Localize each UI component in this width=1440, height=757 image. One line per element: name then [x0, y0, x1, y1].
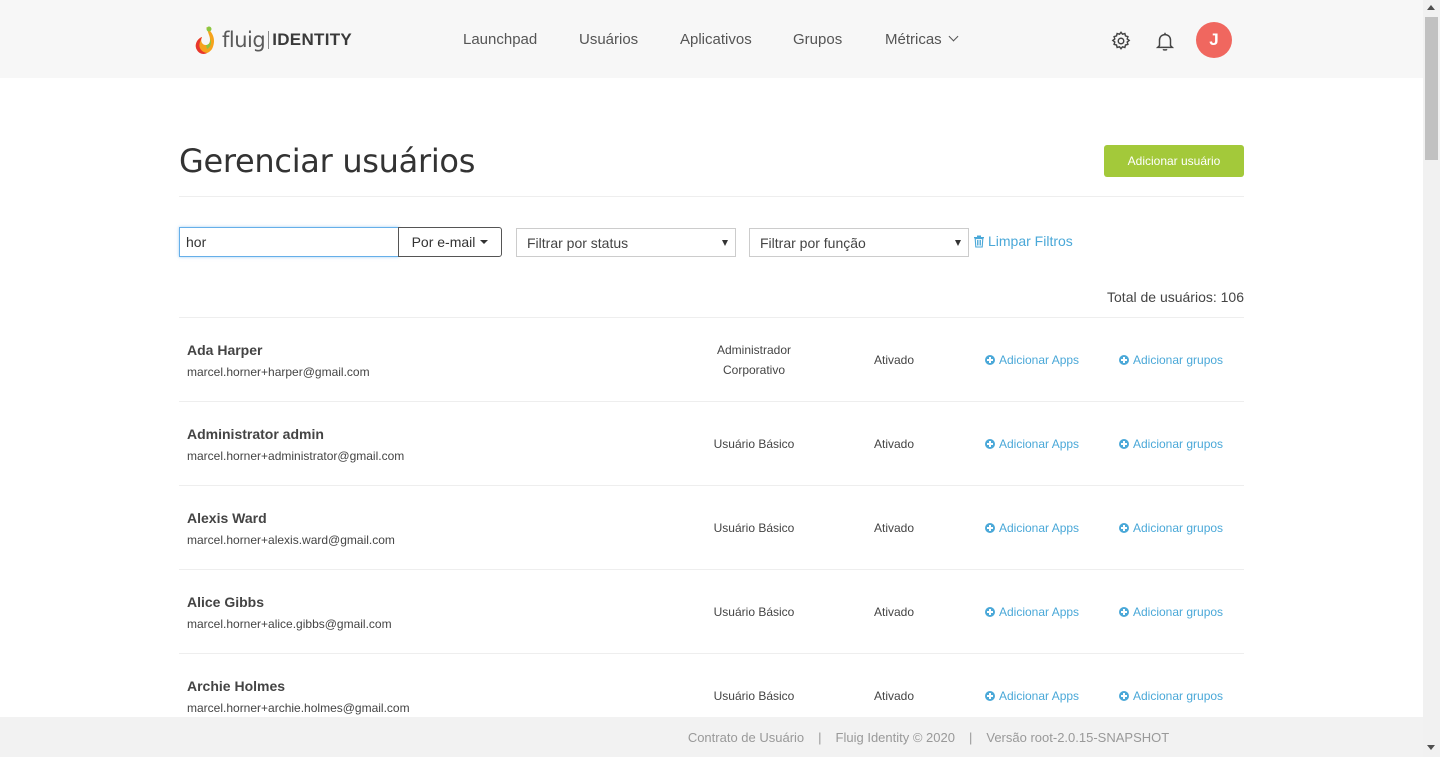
- add-apps-label: Adicionar Apps: [999, 437, 1080, 451]
- select-arrow-icon: [722, 240, 728, 246]
- table-row: Ada Harper marcel.horner+harper@gmail.co…: [179, 317, 1244, 401]
- table-row: Alice Gibbs marcel.horner+alice.gibbs@gm…: [179, 569, 1244, 653]
- add-groups-label: Adicionar grupos: [1133, 353, 1224, 367]
- user-role: Usuário Básico: [713, 605, 795, 619]
- fluig-logo-icon: [192, 23, 220, 57]
- add-apps-link[interactable]: Adicionar Apps: [985, 486, 1079, 570]
- add-apps-label: Adicionar Apps: [999, 605, 1080, 619]
- status-filter-label: Filtrar por status: [527, 234, 629, 251]
- plus-circle-icon: [985, 523, 995, 533]
- logo-identity-text: IDENTITY: [272, 30, 353, 49]
- nav-launchpad-label: Launchpad: [463, 30, 538, 48]
- user-role: Usuário Básico: [713, 521, 795, 535]
- plus-circle-icon: [985, 607, 995, 617]
- scroll-up-arrow-icon[interactable]: [1427, 5, 1435, 10]
- vertical-scrollbar[interactable]: [1423, 0, 1440, 757]
- scrollbar-thumb[interactable]: [1425, 17, 1438, 160]
- role-filter-label: Filtrar por função: [760, 234, 866, 251]
- caret-down-icon: [480, 240, 489, 244]
- user-status: Ativado: [873, 437, 915, 451]
- plus-circle-icon: [985, 355, 995, 365]
- gear-icon[interactable]: [1110, 30, 1132, 52]
- user-email: marcel.horner+alice.gibbs@gmail.com: [187, 617, 392, 631]
- nav-grupos[interactable]: Grupos: [793, 0, 842, 78]
- search-type-dropdown[interactable]: Por e-mail: [398, 227, 502, 257]
- add-groups-link[interactable]: Adicionar grupos: [1119, 402, 1223, 486]
- plus-circle-icon: [1119, 691, 1129, 701]
- fluig-identity-logo[interactable]: fluig IDENTITY: [192, 22, 352, 58]
- nav-metricas-dropdown[interactable]: Métricas: [885, 0, 959, 78]
- table-row: Administrator admin marcel.horner+admini…: [179, 401, 1244, 485]
- page-title: Gerenciar usuários: [179, 142, 476, 180]
- role-filter-select[interactable]: Filtrar por função: [749, 228, 969, 257]
- scroll-down-arrow-icon[interactable]: [1427, 745, 1435, 750]
- nav-grupos-label: Grupos: [793, 30, 843, 48]
- plus-circle-icon: [1119, 523, 1129, 533]
- copyright-text: Fluig Identity © 2020: [835, 729, 955, 745]
- nav-launchpad[interactable]: Launchpad: [463, 0, 537, 78]
- add-groups-label: Adicionar grupos: [1133, 605, 1224, 619]
- search-type-label: Por e-mail: [411, 234, 476, 250]
- select-arrow-icon: [955, 240, 961, 246]
- add-apps-link[interactable]: Adicionar Apps: [985, 570, 1079, 654]
- add-groups-label: Adicionar grupos: [1133, 689, 1224, 703]
- user-name: Administrator admin: [187, 426, 324, 442]
- user-name: Archie Holmes: [187, 678, 286, 694]
- plus-circle-icon: [1119, 355, 1129, 365]
- add-apps-label: Adicionar Apps: [999, 353, 1080, 367]
- table-row: Alexis Ward marcel.horner+alexis.ward@gm…: [179, 485, 1244, 569]
- add-apps-label: Adicionar Apps: [999, 689, 1080, 703]
- add-groups-link[interactable]: Adicionar grupos: [1119, 486, 1223, 570]
- user-role: Administrador Corporativo: [716, 343, 792, 377]
- logo-separator: [268, 31, 270, 49]
- clear-filters-link[interactable]: Limpar Filtros: [973, 233, 1073, 249]
- plus-circle-icon: [1119, 607, 1129, 617]
- trash-icon: [974, 235, 984, 248]
- user-role: Usuário Básico: [713, 437, 795, 451]
- header-divider: [179, 196, 1244, 197]
- add-groups-link[interactable]: Adicionar grupos: [1119, 570, 1223, 654]
- user-status: Ativado: [873, 521, 915, 535]
- top-navbar: fluig IDENTITY Launchpad Usuários Aplica…: [0, 0, 1423, 78]
- plus-circle-icon: [985, 691, 995, 701]
- add-groups-label: Adicionar grupos: [1133, 437, 1224, 451]
- nav-usuarios-label: Usuários: [579, 30, 639, 48]
- clear-filters-label: Limpar Filtros: [988, 233, 1073, 249]
- user-email: marcel.horner+administrator@gmail.com: [187, 449, 405, 463]
- version-text: Versão root-2.0.15-SNAPSHOT: [986, 729, 1170, 745]
- search-input[interactable]: [179, 227, 399, 257]
- add-groups-label: Adicionar grupos: [1133, 521, 1224, 535]
- nav-aplicativos-label: Aplicativos: [680, 30, 752, 48]
- add-apps-link[interactable]: Adicionar Apps: [985, 402, 1079, 486]
- footer-separator: |: [968, 729, 973, 745]
- logo-text: fluig: [222, 28, 266, 52]
- nav-usuarios[interactable]: Usuários: [579, 0, 638, 78]
- nav-metricas-label: Métricas: [885, 30, 942, 48]
- user-avatar[interactable]: J: [1196, 22, 1232, 58]
- add-user-button[interactable]: Adicionar usuário: [1104, 145, 1244, 177]
- user-status: Ativado: [873, 605, 915, 619]
- add-groups-link[interactable]: Adicionar grupos: [1119, 318, 1223, 402]
- add-apps-link[interactable]: Adicionar Apps: [985, 318, 1079, 402]
- user-name: Ada Harper: [187, 342, 263, 358]
- total-users-count: Total de usuários: 106: [1107, 289, 1244, 305]
- chevron-down-icon: [948, 31, 959, 41]
- bell-icon[interactable]: [1154, 30, 1176, 52]
- plus-circle-icon: [985, 439, 995, 449]
- status-filter-select[interactable]: Filtrar por status: [516, 228, 736, 257]
- user-status: Ativado: [873, 353, 915, 367]
- user-contract-link[interactable]: Contrato de Usuário: [688, 730, 804, 745]
- user-email: marcel.horner+alexis.ward@gmail.com: [187, 533, 395, 547]
- nav-aplicativos[interactable]: Aplicativos: [680, 0, 752, 78]
- footer: Contrato de Usuário | Fluig Identity © 2…: [0, 717, 1423, 757]
- add-apps-label: Adicionar Apps: [999, 521, 1080, 535]
- footer-separator: |: [818, 729, 822, 745]
- plus-circle-icon: [1119, 439, 1129, 449]
- user-name: Alexis Ward: [187, 510, 267, 526]
- user-name: Alice Gibbs: [187, 594, 265, 610]
- user-email: marcel.horner+harper@gmail.com: [187, 365, 370, 379]
- user-email: marcel.horner+archie.holmes@gmail.com: [187, 701, 410, 715]
